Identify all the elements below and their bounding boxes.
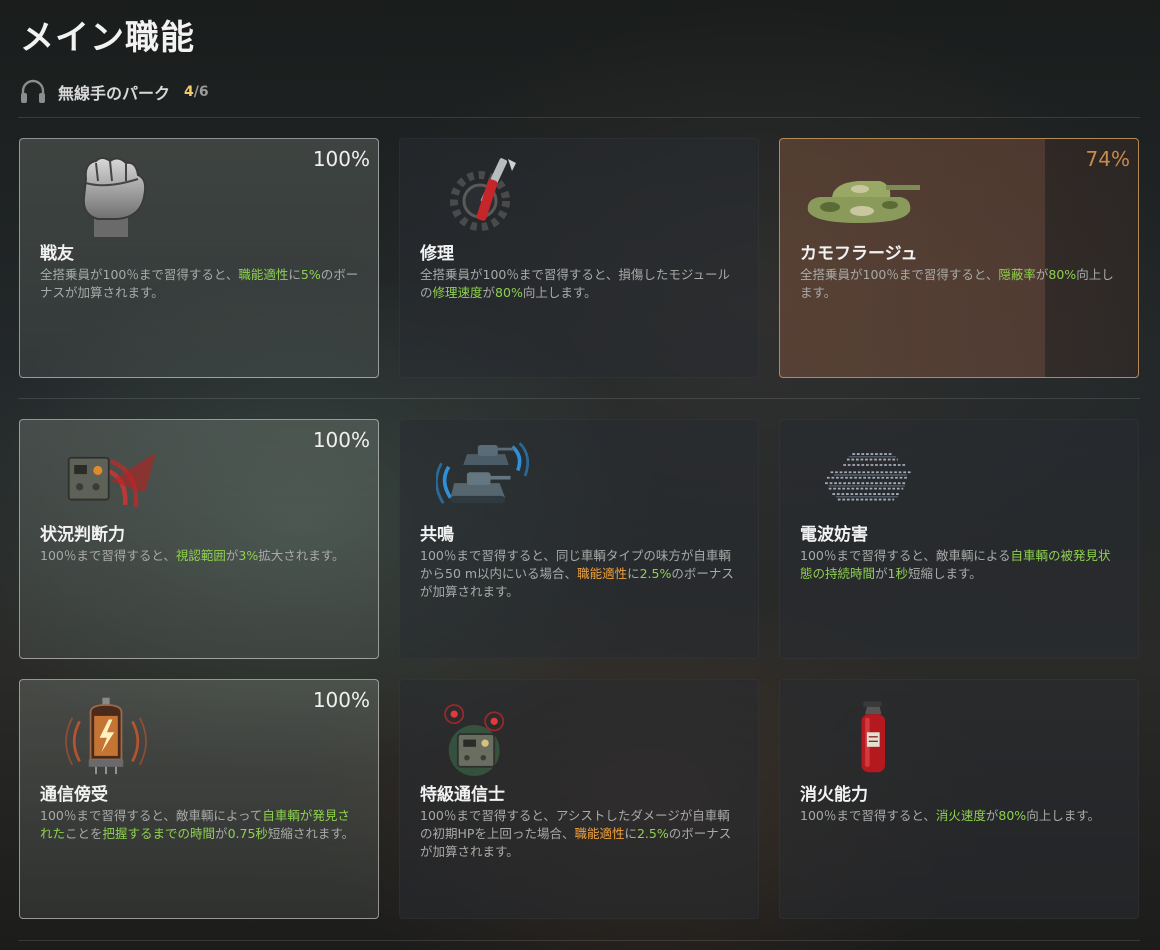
perk-count-total: 6 — [198, 84, 209, 100]
highlighted-value: 2.5% — [639, 566, 672, 581]
highlighted-value: 5% — [300, 267, 321, 282]
perk-description: 全搭乗員が100％まで習得すると、損傷したモジュールの修理速度が80%向上します… — [420, 266, 740, 302]
fist-icon — [82, 157, 147, 237]
perk-percent: 100% — [312, 428, 370, 452]
description-text: が — [1035, 267, 1049, 282]
description-text: が — [875, 566, 888, 581]
vacuum-tube-icon — [65, 697, 147, 775]
perk-description: 100％まで習得すると、敵車輌によって自車輌が発見されたことを把握するまでの時間… — [40, 807, 360, 843]
perk-card-comrades[interactable]: 100% 戦友 全搭乗員が100％まで習得すると、職能適性に5%のボーナスが加算… — [19, 138, 379, 378]
description-text: に — [288, 267, 301, 282]
highlighted-value: 80% — [1048, 267, 1077, 282]
perk-description: 100％まで習得すると、同じ車輌タイプの味方が自車輌から50 m以内にいる場合、… — [420, 547, 740, 601]
perk-name: 特級通信士 — [420, 785, 505, 805]
section-header: 無線手のパーク 4/6 — [18, 76, 209, 108]
highlighted-value: 視認範囲 — [175, 548, 226, 563]
highlighted-value: 職能適性 — [574, 826, 625, 841]
highlighted-value: 把握するまでの時間 — [102, 826, 216, 841]
perk-card-repair[interactable]: 修理 全搭乗員が100％まで習得すると、損傷したモジュールの修理速度が80%向上… — [399, 138, 759, 378]
perk-card-situational-awareness[interactable]: 100% 状況判断力 100％まで習得すると、視認範囲が3%拡大されます。 — [19, 419, 379, 659]
perk-name: 戦友 — [40, 244, 74, 264]
highlighted-value: 80% — [495, 285, 523, 300]
perk-card-expert-radio-operator[interactable]: 特級通信士 100％まで習得すると、アシストしたダメージが自車輌の初期HPを上回… — [399, 679, 759, 919]
highlighted-value: 0.75秒 — [227, 826, 268, 841]
perk-description: 100％まで習得すると、消火速度が80%向上します。 — [800, 807, 1120, 825]
page-title: メイン職能 — [20, 18, 195, 58]
description-text: 全搭乗員が100％まで習得すると、 — [800, 267, 999, 282]
perk-name: 共鳴 — [420, 525, 454, 545]
fire-extinguisher-icon — [833, 701, 886, 773]
description-text: 向上します。 — [1026, 808, 1100, 823]
perk-description: 100％まで習得すると、敵車輌による自車輌の被発見状態の持続時間が1秒短縮します… — [800, 547, 1120, 583]
perk-card-firefighting[interactable]: 消火能力 100％まで習得すると、消火速度が80%向上します。 — [779, 679, 1139, 919]
highlighted-value: 修理速度 — [432, 285, 483, 300]
perk-description: 100％まで習得すると、視認範囲が3%拡大されます。 — [40, 547, 360, 565]
description-text: 短縮されます。 — [267, 826, 355, 841]
description-text: 100％まで習得すると、 — [40, 548, 176, 563]
description-text: ことを — [65, 826, 103, 841]
description-text: 短縮します。 — [907, 566, 982, 581]
headset-icon — [21, 79, 45, 103]
divider-middle — [18, 398, 1140, 399]
perk-name: 通信傍受 — [40, 785, 108, 805]
description-text: が — [215, 826, 228, 841]
perk-percent: 100% — [312, 688, 370, 712]
radio-signal-icon — [67, 452, 156, 507]
perk-card-jamming[interactable]: 電波妨害 100％まで習得すると、敵車輌による自車輌の被発見状態の持続時間が1秒… — [779, 419, 1139, 659]
highlighted-value: 3% — [238, 548, 259, 563]
description-text: 100％まで習得すると、 — [800, 808, 936, 823]
radio-beacons-icon — [444, 704, 505, 776]
highlighted-value: 80% — [998, 808, 1027, 823]
description-text: 100％まで習得すると、敵車輌によって — [40, 808, 263, 823]
description-text: が — [985, 808, 999, 823]
highlighted-value: 2.5% — [636, 826, 669, 841]
perk-description: 全搭乗員が100％まで習得すると、職能適性に5%のボーナスが加算されます。 — [40, 266, 360, 302]
perk-card-camouflage[interactable]: 74% カモフラージュ 全搭乗員が100％まで習得すると、隠蔽率が80%向上しま… — [779, 138, 1139, 378]
perk-percent: 74% — [1085, 147, 1130, 171]
repair-tools-icon — [450, 158, 516, 231]
perk-description: 100％まで習得すると、アシストしたダメージが自車輌の初期HPを上回った場合、職… — [420, 807, 740, 861]
highlighted-value: 1秒 — [887, 566, 908, 581]
camouflage-tank-icon — [807, 181, 920, 223]
jammed-tank-icon — [825, 453, 911, 501]
perk-name: 状況判断力 — [40, 525, 125, 545]
resonating-tanks-icon — [436, 442, 530, 504]
highlighted-value: 職能適性 — [577, 566, 628, 581]
perk-name: カモフラージュ — [800, 244, 918, 264]
perk-count-current: 4 — [184, 84, 194, 100]
perk-card-signal-interception[interactable]: 100% 通信傍受 100％まで習得すると、敵車輌によって自車輌が発見されたこと… — [19, 679, 379, 919]
description-text: が — [482, 285, 496, 300]
divider-top — [18, 117, 1140, 118]
description-text: に — [624, 826, 637, 841]
description-text: 向上します。 — [522, 285, 597, 300]
description-text: 全搭乗員が100％まで習得すると、 — [40, 267, 239, 282]
description-text: 拡大されます。 — [258, 548, 345, 563]
highlighted-value: 隠蔽率 — [998, 267, 1036, 282]
highlighted-value: 消火速度 — [935, 808, 986, 823]
description-text: に — [627, 566, 640, 581]
highlighted-value: 職能適性 — [238, 267, 289, 282]
perk-name: 電波妨害 — [800, 525, 868, 545]
divider-bottom — [18, 940, 1140, 941]
description-text: が — [225, 548, 239, 563]
perk-counter: 4/6 — [184, 84, 209, 100]
perk-percent: 100% — [312, 147, 370, 171]
section-title: 無線手のパーク — [58, 84, 171, 103]
perk-card-resonance[interactable]: 共鳴 100％まで習得すると、同じ車輌タイプの味方が自車輌から50 m以内にいる… — [399, 419, 759, 659]
perk-name: 消火能力 — [800, 785, 868, 805]
description-text: 100％まで習得すると、敵車輌による — [800, 548, 1011, 563]
perk-name: 修理 — [420, 244, 454, 264]
perk-description: 全搭乗員が100％まで習得すると、隠蔽率が80%向上します。 — [800, 266, 1120, 302]
